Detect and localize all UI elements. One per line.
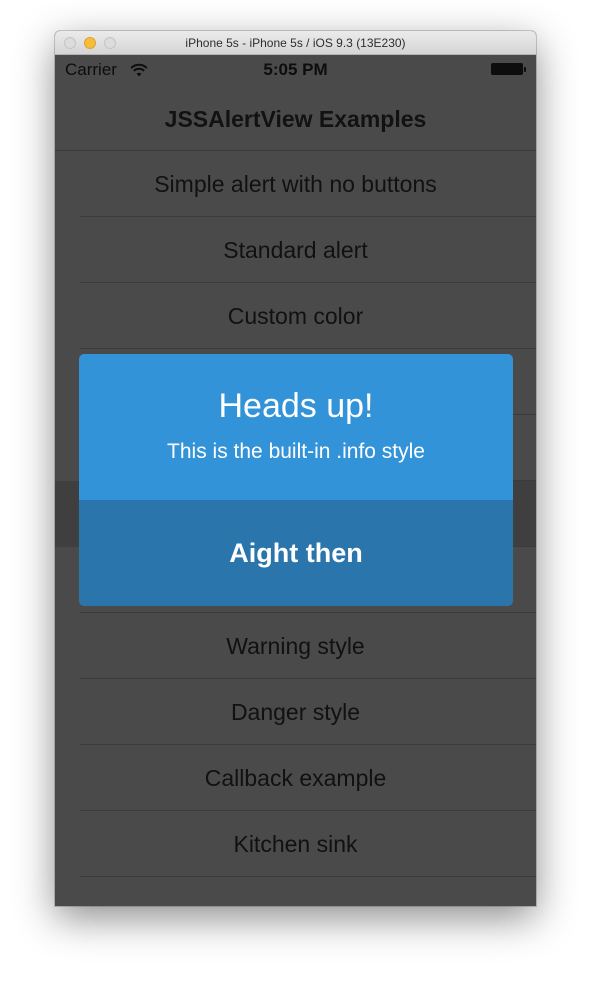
status-time: 5:05 PM [263,60,328,79]
alert-message: This is the built-in .info style [167,440,425,463]
window-titlebar: iPhone 5s - iPhone 5s / iOS 9.3 (13E230) [55,31,536,55]
row-label: Danger style [230,699,361,725]
alert-body: Heads up! This is the built-in .info sty… [79,354,513,500]
row-label: Custom color [227,303,364,329]
table-row[interactable]: Simple alert with no buttons [55,151,536,217]
row-label: Warning style [226,633,365,659]
device-screen: Carrier 5:05 PM JSSAlertView Examples Si… [55,55,536,906]
table-row[interactable]: Custom color [55,283,536,349]
table-row[interactable]: Callback example [55,745,536,811]
row-label: Standard alert [223,237,368,263]
aight-then-button[interactable]: Aight then [79,500,513,606]
row-label: Simple alert with no buttons [154,171,437,197]
battery-icon [491,63,526,75]
table-row[interactable]: Standard alert [55,217,536,283]
navigation-bar: JSSAlertView Examples [55,85,536,151]
nav-title: JSSAlertView Examples [164,106,427,132]
alert-title: Heads up! [218,387,374,425]
table-row[interactable]: Warning style [55,613,536,679]
info-alert: Heads up! This is the built-in .info sty… [79,354,513,606]
window-title: iPhone 5s - iPhone 5s / iOS 9.3 (13E230) [185,36,406,50]
table-row[interactable]: Danger style [55,679,536,745]
table-row[interactable]: Kitchen sink [55,811,536,877]
status-bar: Carrier 5:05 PM [55,55,536,85]
simulator-window: iPhone 5s - iPhone 5s / iOS 9.3 (13E230)… [55,31,536,906]
row-label: Kitchen sink [233,831,358,857]
row-label: Callback example [204,765,387,791]
